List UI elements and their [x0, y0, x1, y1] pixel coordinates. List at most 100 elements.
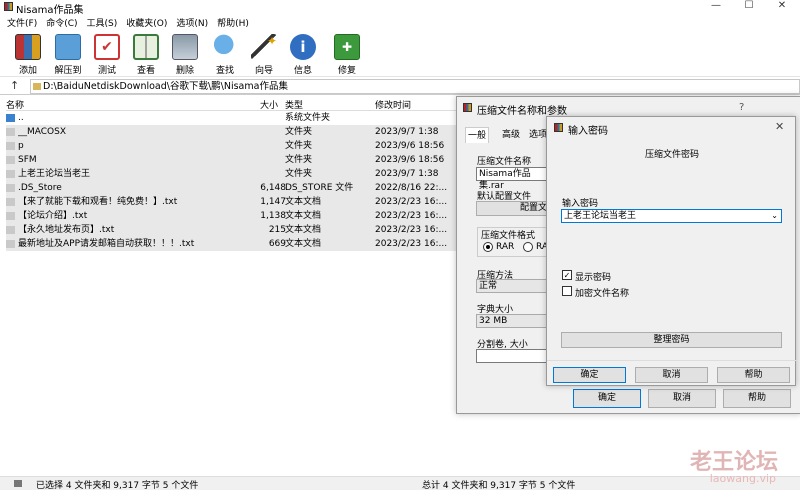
table-row[interactable]: SFM 文件夹 2023/9/6 18:56	[6, 153, 456, 167]
find-label: 查找	[215, 66, 234, 76]
help-icon[interactable]: ?	[739, 102, 744, 113]
table-row[interactable]: 最新地址及APP请发邮箱自动获取！！！.txt 669 文本文档 2023/2/23 …	[6, 237, 456, 251]
cell-type: DS_STORE 文件	[285, 183, 354, 193]
up-arrow-icon[interactable]: ↑	[10, 79, 19, 92]
cell-date: 2023/2/23 16:...	[375, 197, 448, 207]
cell-name: __MACOSX	[18, 127, 67, 137]
extract-label: 解压到	[54, 66, 82, 76]
split-volume-input[interactable]	[476, 349, 551, 363]
path-text: D:\BaiduNetdiskDownload\谷歌下载\鹏\Nisama作品集	[43, 81, 288, 92]
close-button[interactable]: ✕	[766, 0, 798, 14]
magic-wand-icon: ✦	[251, 34, 277, 60]
parent-folder-icon	[6, 114, 15, 122]
folder-icon	[33, 83, 41, 90]
menu-commands[interactable]: 命令(C)	[46, 16, 77, 29]
book-icon	[133, 34, 159, 60]
repair-button[interactable]: ✚ 修复	[328, 34, 366, 76]
password-ok-button[interactable]: 确定	[553, 367, 626, 383]
archive-cancel-button[interactable]: 取消	[648, 389, 716, 408]
cell-date: 2022/8/16 22:...	[375, 183, 448, 193]
menu-help[interactable]: 帮助(H)	[217, 16, 249, 29]
column-size[interactable]: 大小	[260, 98, 278, 111]
delete-label: 删除	[175, 66, 194, 76]
info-button[interactable]: i 信息	[284, 34, 322, 76]
cell-name: 上老王论坛当老王	[18, 169, 91, 179]
table-row[interactable]: 【论坛介绍】.txt 1,138 文本文档 2023/2/23 16:...	[6, 209, 456, 223]
password-help-button[interactable]: 帮助	[717, 367, 790, 383]
test-button[interactable]: ✔ 测试	[88, 34, 126, 76]
archive-name-input[interactable]: Nisama作品集.rar	[476, 167, 551, 191]
add-label: 添加	[18, 66, 37, 76]
divider	[547, 360, 797, 361]
format-rar-radio[interactable]	[483, 242, 493, 252]
tab-general[interactable]: 一般	[465, 127, 489, 143]
rows-container: .. 系统文件夹 __MACOSX 文件夹 2023/9/7 1:38 p 文件夹 2023/…	[6, 111, 456, 251]
folder-extract-icon	[55, 34, 81, 60]
checklist-icon: ✔	[94, 34, 120, 60]
tab-advanced[interactable]: 高级	[497, 127, 525, 143]
archive-ok-button[interactable]: 确定	[573, 389, 641, 408]
cell-type: 文本文档	[285, 239, 322, 249]
file-list: 名称 大小 类型 修改时间 .. 系统文件夹 __MACOSX 文件夹 2023/9/7…	[6, 96, 456, 476]
cell-type: 文本文档	[285, 225, 322, 235]
folder-icon	[6, 142, 15, 150]
cell-type: 文本文档	[285, 211, 322, 221]
file-icon	[6, 198, 15, 206]
format-rar4-radio[interactable]	[523, 242, 533, 252]
view-label: 查看	[136, 66, 155, 76]
wizard-button[interactable]: ✦ 向导	[245, 34, 283, 76]
chevron-down-icon[interactable]: ⌄	[771, 210, 778, 222]
table-row[interactable]: 上老王论坛当老王 文件夹 2023/9/7 1:38	[6, 167, 456, 181]
test-label: 测试	[97, 66, 116, 76]
extract-button[interactable]: 解压到	[49, 34, 87, 76]
minimize-button[interactable]: —	[700, 0, 732, 14]
table-row[interactable]: 【来了就能下载和观看！纯免费！】.txt 1,147 文本文档 2023/2/23 1…	[6, 195, 456, 209]
profile-button[interactable]: 配置文	[476, 201, 551, 216]
cell-size: 6,148	[260, 183, 286, 193]
archive-help-button[interactable]: 帮助	[723, 389, 791, 408]
table-row[interactable]: .DS_Store 6,148 DS_STORE 文件 2022/8/16 22:..…	[6, 181, 456, 195]
table-row[interactable]: p 文件夹 2023/9/6 18:56	[6, 139, 456, 153]
trash-icon	[172, 34, 198, 60]
cell-date: 2023/9/7 1:38	[375, 127, 439, 137]
password-input[interactable]: 上老王论坛当老王 ⌄	[561, 209, 782, 223]
column-name[interactable]: 名称	[6, 98, 24, 111]
column-modified[interactable]: 修改时间	[375, 98, 411, 111]
add-button[interactable]: 添加	[9, 34, 47, 76]
menu-tools[interactable]: 工具(S)	[87, 16, 118, 29]
cell-size: 669	[268, 239, 286, 249]
cell-date: 2023/2/23 16:...	[375, 225, 448, 235]
cell-name: p	[18, 141, 24, 151]
cell-type: 文件夹	[285, 155, 313, 165]
cell-date: 2023/2/23 16:...	[375, 211, 448, 221]
table-row[interactable]: .. 系统文件夹	[6, 111, 456, 125]
dictionary-select[interactable]: 32 MB	[476, 314, 551, 328]
view-button[interactable]: 查看	[127, 34, 165, 76]
organize-passwords-button[interactable]: 整理密码	[561, 332, 782, 348]
password-dialog-icon	[554, 123, 563, 132]
path-input[interactable]: D:\BaiduNetdiskDownload\谷歌下载\鹏\Nisama作品集	[30, 79, 800, 94]
table-row[interactable]: 【永久地址发布页】.txt 215 文本文档 2023/2/23 16:...	[6, 223, 456, 237]
encrypt-names-checkbox[interactable]	[562, 286, 572, 296]
delete-button[interactable]: 删除	[166, 34, 204, 76]
menu-favorites[interactable]: 收藏夹(O)	[126, 16, 167, 29]
method-select[interactable]: 正常	[476, 279, 551, 293]
folder-icon	[6, 156, 15, 164]
table-row[interactable]: __MACOSX 文件夹 2023/9/7 1:38	[6, 125, 456, 139]
column-type[interactable]: 类型	[285, 98, 303, 111]
password-close-icon[interactable]: ✕	[775, 120, 784, 133]
menu-options[interactable]: 选项(N)	[176, 16, 208, 29]
list-header: 名称 大小 类型 修改时间	[6, 96, 456, 111]
format-label: 压缩文件格式	[481, 231, 536, 241]
password-cancel-button[interactable]: 取消	[635, 367, 708, 383]
find-button[interactable]: 查找	[206, 34, 244, 76]
password-dialog: 输入密码 ✕ 压缩文件密码 输入密码 上老王论坛当老王 ⌄ ✓ 显示密码 加密文…	[546, 116, 797, 386]
show-password-checkbox[interactable]: ✓	[562, 270, 572, 280]
maximize-button[interactable]: ☐	[733, 0, 765, 14]
archive-name-label: 压缩文件名称	[477, 157, 532, 167]
folder-icon	[6, 170, 15, 178]
cell-type: 文本文档	[285, 197, 322, 207]
menu-file[interactable]: 文件(F)	[7, 16, 37, 29]
cell-date: 2023/9/6 18:56	[375, 155, 445, 165]
first-aid-kit-icon: ✚	[334, 34, 360, 60]
